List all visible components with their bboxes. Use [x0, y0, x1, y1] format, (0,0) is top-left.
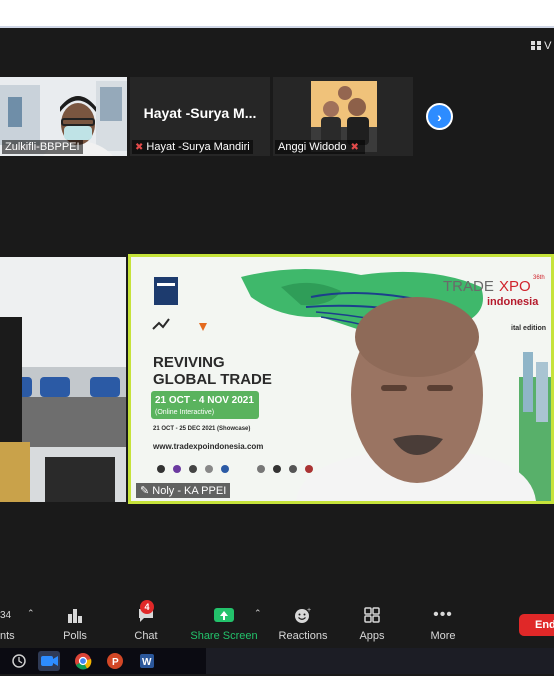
powerpoint-icon[interactable]: P: [104, 651, 126, 671]
polls-button[interactable]: Polls: [57, 604, 93, 642]
os-taskbar: P W: [0, 648, 554, 674]
end-meeting-button[interactable]: End: [519, 614, 554, 636]
grid-view-icon: [531, 41, 541, 50]
participants-button[interactable]: 34 nts: [0, 604, 22, 643]
share-screen-icon: [190, 604, 258, 626]
participants-label: nts: [0, 630, 15, 642]
share-screen-button[interactable]: Share Screen: [190, 604, 258, 642]
chevron-right-icon: ›: [437, 108, 442, 125]
brand-edition: 36th: [533, 275, 545, 281]
participant-name-hayat: Hayat -Surya Mandiri: [146, 141, 250, 153]
participant-video-left[interactable]: [0, 257, 126, 502]
reactions-button[interactable]: + Reactions: [278, 604, 328, 642]
participant-label-anggi: Anggi Widodo ✖: [275, 140, 365, 154]
brand-sub: ital edition: [511, 325, 546, 332]
slide-showcase: 21 OCT - 25 DEC 2021 (Showcase): [153, 426, 250, 432]
slide-headline-1: REVIVING: [153, 354, 225, 371]
task-view-icon[interactable]: [8, 651, 30, 671]
participant-big-name-hayat: Hayat -Surya M...: [143, 105, 257, 121]
window-top-bar: [0, 0, 554, 28]
office-scene: [0, 257, 126, 502]
view-button[interactable]: V: [531, 40, 551, 52]
chat-badge: 4: [140, 600, 154, 614]
more-button[interactable]: ••• More: [424, 604, 462, 642]
apps-icon: [354, 604, 390, 626]
participants-count: 34: [0, 609, 12, 621]
active-speaker-video[interactable]: REVIVING GLOBAL TRADE 21 OCT - 4 NOV 202…: [128, 254, 554, 504]
reactions-icon: +: [278, 604, 328, 626]
apps-button[interactable]: Apps: [354, 604, 390, 642]
polls-label: Polls: [63, 630, 87, 642]
chat-icon: 4: [128, 600, 164, 626]
more-icon: •••: [433, 606, 453, 623]
end-label: End: [535, 619, 554, 631]
slide-url: www.tradexpoindonesia.com: [152, 442, 263, 451]
svg-text:+: +: [307, 607, 311, 614]
active-speaker-label: ✎ Noly - KA PPEI: [136, 483, 231, 498]
active-speaker-name: Noly - KA PPEI: [152, 485, 227, 497]
word-icon[interactable]: W: [136, 651, 158, 671]
slide-online-label: (Online Interactive): [155, 409, 214, 416]
pin-icon: ✎: [140, 485, 153, 497]
participant-label-hayat: ✖ Hayat -Surya Mandiri: [132, 140, 253, 154]
more-label: More: [430, 630, 456, 642]
brand-trade: TRADE: [443, 278, 494, 295]
share-screen-label: Share Screen: [190, 630, 258, 642]
meeting-toolbar: 34 nts ⌃ Polls 4 Chat Share Screen ⌃ + R…: [0, 600, 554, 648]
participant-tile-hayat[interactable]: Hayat -Surya M... ✖ Hayat -Surya Mandiri: [130, 77, 270, 156]
zoom-app-icon[interactable]: [38, 651, 60, 671]
slide-dates: 21 OCT - 4 NOV 2021: [155, 395, 254, 406]
participant-tile-anggi[interactable]: Anggi Widodo ✖: [273, 77, 413, 156]
taskbar-empty-area: [206, 648, 554, 674]
participant-name-zulkifli: Zulkifli-BBPPEI: [2, 140, 83, 154]
view-label: V: [544, 40, 552, 52]
participants-caret-icon[interactable]: ⌃: [27, 608, 35, 619]
svg-text:P: P: [112, 657, 119, 668]
apps-label: Apps: [359, 630, 385, 642]
chat-label: Chat: [134, 630, 158, 642]
slide-headline-2: GLOBAL TRADE: [153, 371, 272, 388]
polls-icon: [57, 604, 93, 626]
top-bar-edge: [0, 26, 554, 28]
brand-country: indonesia: [487, 296, 539, 308]
reactions-label: Reactions: [278, 630, 328, 642]
mic-muted-icon: ✖: [350, 142, 359, 153]
svg-text:W: W: [142, 657, 152, 668]
share-caret-icon[interactable]: ⌃: [254, 608, 262, 619]
participant-name-anggi: Anggi Widodo: [278, 141, 347, 153]
brand-xpo: XPO: [499, 278, 531, 295]
tradexpo-slide: REVIVING GLOBAL TRADE 21 OCT - 4 NOV 202…: [131, 257, 551, 501]
mic-muted-icon: ✖: [135, 142, 144, 153]
participant-tile-zulkifli[interactable]: Zulkifli-BBPPEI: [0, 77, 127, 156]
chat-button[interactable]: 4 Chat: [128, 600, 164, 642]
next-page-button[interactable]: ›: [426, 103, 453, 130]
chrome-icon[interactable]: [72, 651, 94, 671]
